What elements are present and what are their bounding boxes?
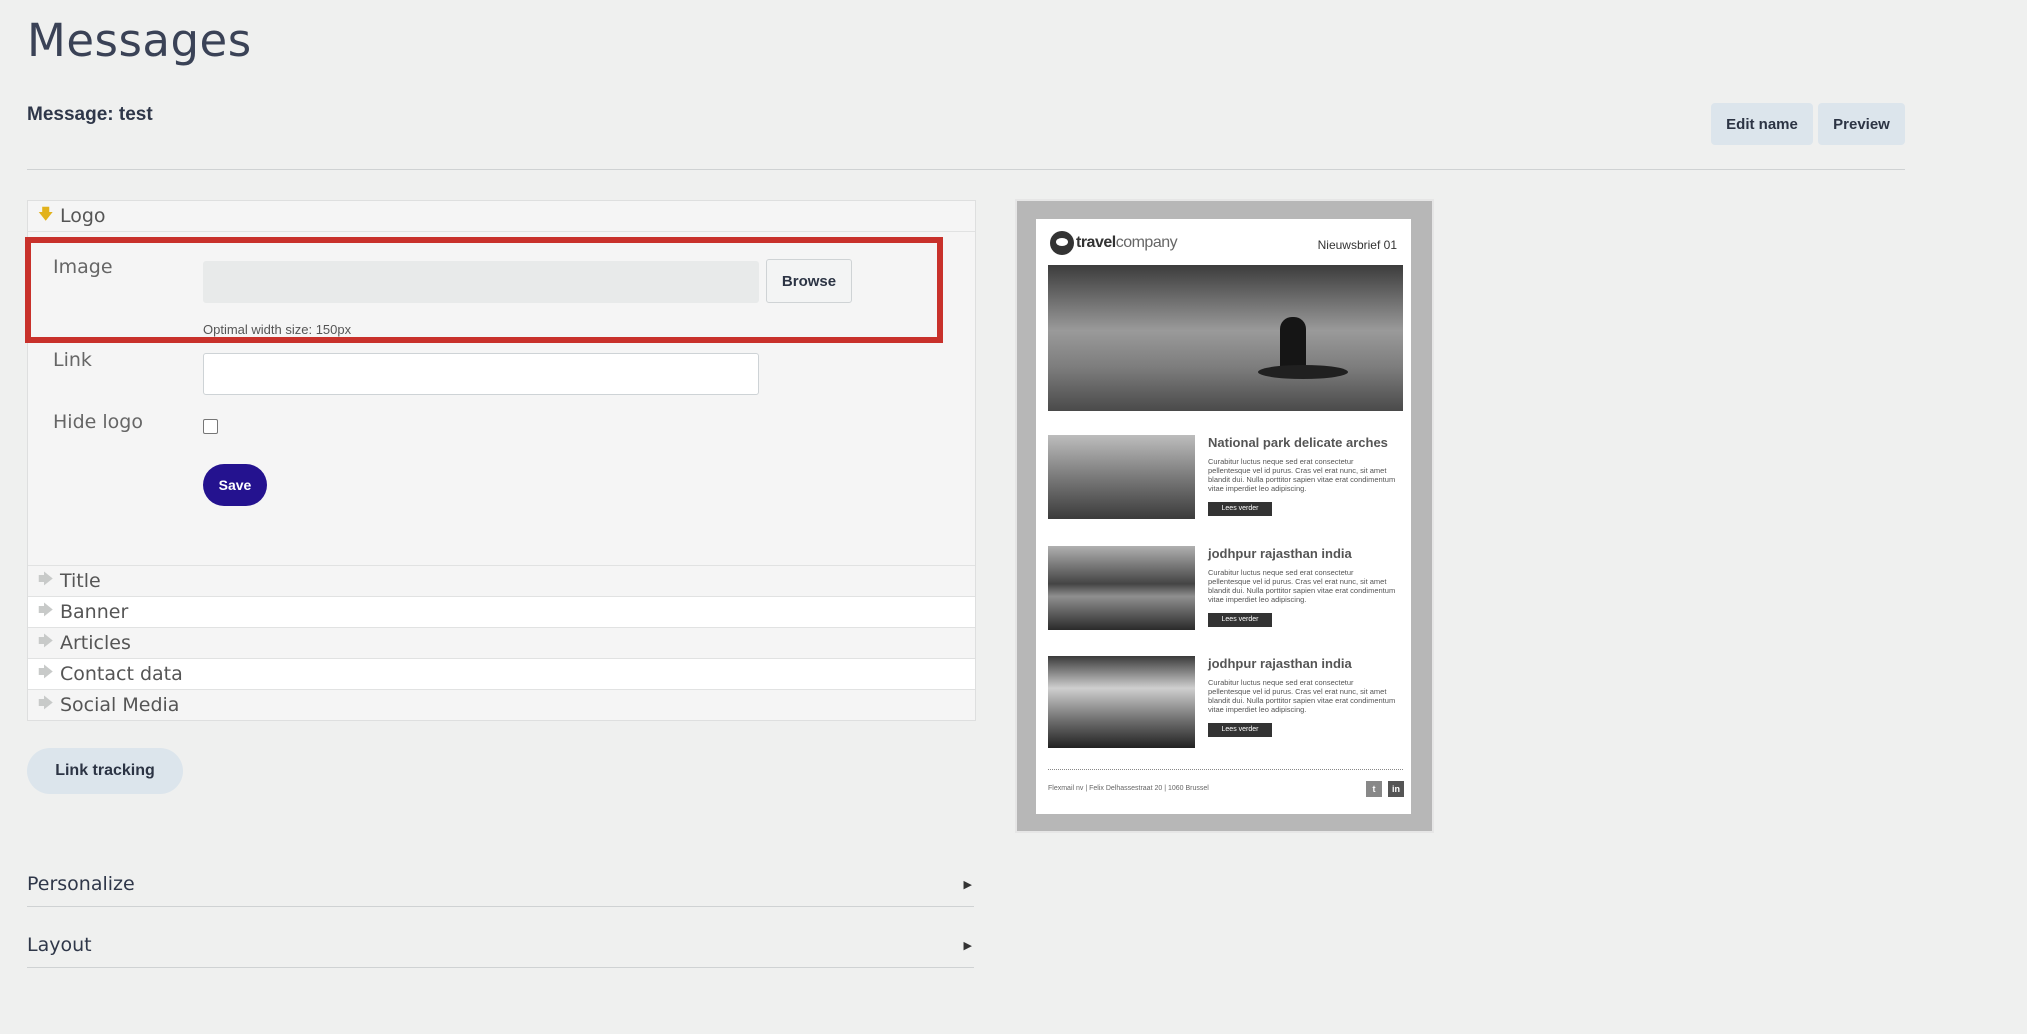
chevron-right-icon: ▶ bbox=[963, 938, 972, 952]
article-image bbox=[1048, 546, 1195, 630]
article-text: Curabitur luctus neque sed erat consecte… bbox=[1208, 568, 1396, 604]
newsletter-article: National park delicate arches Curabitur … bbox=[1048, 435, 1403, 519]
preview-button[interactable]: Preview bbox=[1818, 103, 1905, 145]
article-image bbox=[1048, 435, 1195, 519]
link-tracking-button[interactable]: Link tracking bbox=[27, 748, 183, 794]
layout-label: Layout bbox=[27, 934, 92, 956]
travel-logo-icon bbox=[1050, 231, 1074, 255]
logo-panel: Image Browse Optimal width size: 150px L… bbox=[28, 232, 975, 566]
personalize-panel-toggle[interactable]: Personalize ▶ bbox=[27, 862, 974, 907]
article-title: jodhpur rajasthan india bbox=[1208, 656, 1352, 671]
arrow-right-icon: 🡆 bbox=[38, 662, 54, 681]
newsletter-footer: Flexmail nv | Felix Delhassestraat 20 | … bbox=[1048, 785, 1209, 792]
logo-text-bold: travel bbox=[1076, 234, 1116, 252]
newsletter-issue: Nieuwsbrief 01 bbox=[1317, 238, 1397, 252]
arrow-right-icon: 🡆 bbox=[38, 631, 54, 650]
arrow-right-icon: 🡆 bbox=[38, 600, 54, 619]
newsletter-preview: travelcompany Nieuwsbrief 01 National pa… bbox=[1015, 199, 1434, 833]
content-accordion: 🡇 Logo Image Browse Optimal width size: … bbox=[27, 200, 976, 721]
accordion-title: Title bbox=[60, 570, 101, 592]
image-file-input[interactable] bbox=[203, 261, 759, 303]
accordion-header-banner[interactable]: 🡆 Banner bbox=[28, 597, 975, 628]
save-button[interactable]: Save bbox=[203, 464, 267, 506]
logo-text-light: company bbox=[1115, 234, 1178, 252]
header-divider bbox=[27, 169, 1905, 170]
accordion-header-logo[interactable]: 🡇 Logo bbox=[28, 201, 975, 232]
hide-logo-label: Hide logo bbox=[53, 411, 143, 433]
newsletter-page: travelcompany Nieuwsbrief 01 National pa… bbox=[1036, 219, 1411, 814]
article-text: Curabitur luctus neque sed erat consecte… bbox=[1208, 457, 1396, 493]
article-title: National park delicate arches bbox=[1208, 435, 1388, 450]
image-label: Image bbox=[53, 256, 113, 278]
page-title: Messages bbox=[27, 14, 252, 67]
accordion-title: Banner bbox=[60, 601, 129, 623]
newsletter-logo: travelcompany bbox=[1050, 231, 1178, 255]
linkedin-icon: in bbox=[1388, 781, 1404, 797]
layout-panel-toggle[interactable]: Layout ▶ bbox=[27, 923, 974, 968]
arrow-right-icon: 🡆 bbox=[38, 693, 54, 712]
accordion-header-social-media[interactable]: 🡆 Social Media bbox=[28, 690, 975, 720]
article-image bbox=[1048, 656, 1195, 748]
edit-name-button[interactable]: Edit name bbox=[1711, 103, 1813, 145]
footer-divider bbox=[1048, 769, 1403, 770]
article-text: Curabitur luctus neque sed erat consecte… bbox=[1208, 678, 1396, 714]
accordion-title: Contact data bbox=[60, 663, 183, 685]
accordion-title-logo: Logo bbox=[60, 205, 106, 227]
accordion-header-title[interactable]: 🡆 Title bbox=[28, 566, 975, 597]
twitter-icon: t bbox=[1366, 781, 1382, 797]
accordion-title: Articles bbox=[60, 632, 131, 654]
hide-logo-checkbox[interactable] bbox=[203, 419, 218, 434]
link-input[interactable] bbox=[203, 353, 759, 395]
newsletter-article: jodhpur rajasthan india Curabitur luctus… bbox=[1048, 546, 1403, 630]
arrow-down-icon: 🡇 bbox=[38, 204, 54, 223]
article-title: jodhpur rajasthan india bbox=[1208, 546, 1352, 561]
browse-button[interactable]: Browse bbox=[766, 259, 852, 303]
accordion-header-contact-data[interactable]: 🡆 Contact data bbox=[28, 659, 975, 690]
hero-image bbox=[1048, 265, 1403, 411]
hero-boat bbox=[1258, 365, 1348, 379]
link-label: Link bbox=[53, 349, 92, 371]
image-hint: Optimal width size: 150px bbox=[203, 322, 352, 337]
article-read-more: Lees verder bbox=[1208, 723, 1272, 737]
accordion-header-articles[interactable]: 🡆 Articles bbox=[28, 628, 975, 659]
message-name: Message: test bbox=[27, 104, 153, 125]
accordion-title: Social Media bbox=[60, 694, 180, 716]
arrow-right-icon: 🡆 bbox=[38, 569, 54, 588]
newsletter-article: jodhpur rajasthan india Curabitur luctus… bbox=[1048, 656, 1403, 748]
article-read-more: Lees verder bbox=[1208, 502, 1272, 516]
personalize-label: Personalize bbox=[27, 873, 135, 895]
article-read-more: Lees verder bbox=[1208, 613, 1272, 627]
chevron-right-icon: ▶ bbox=[963, 877, 972, 891]
